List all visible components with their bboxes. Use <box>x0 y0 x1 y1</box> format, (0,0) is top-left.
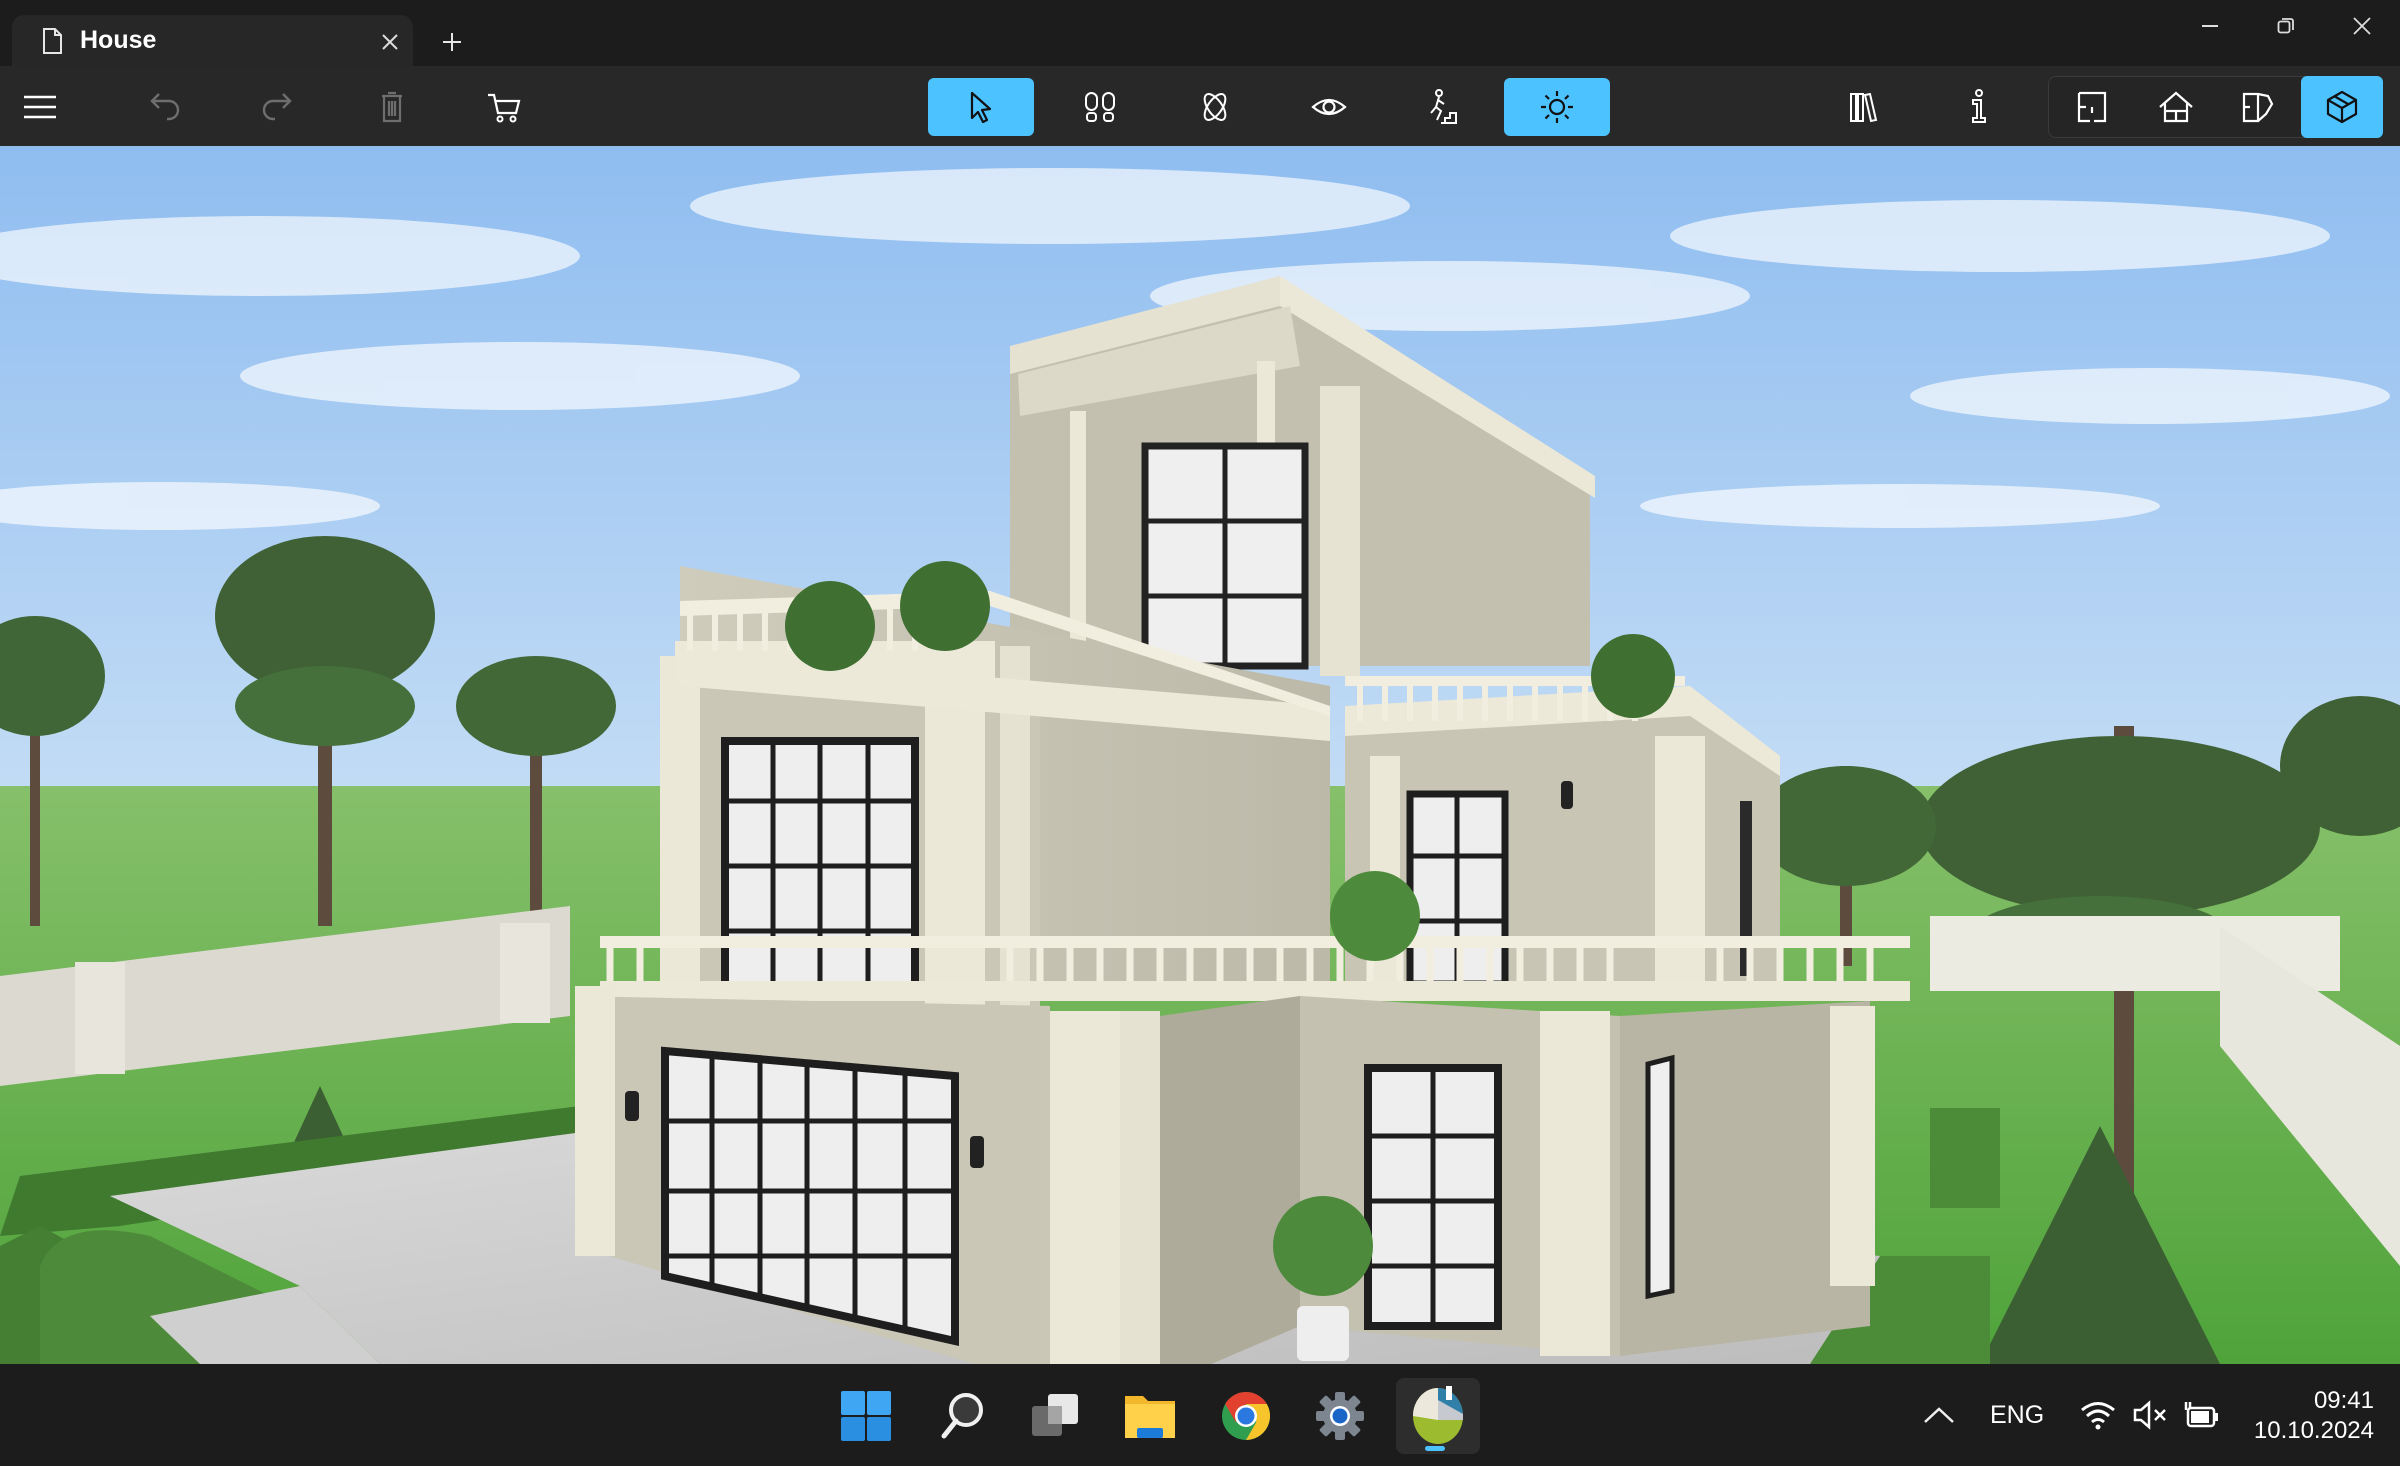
task-view-icon <box>1032 1394 1078 1436</box>
walk-tool-button[interactable] <box>1047 78 1153 136</box>
chevron-up-icon <box>1924 1407 1954 1423</box>
start-button[interactable] <box>828 1378 904 1454</box>
time-label: 09:41 <box>2313 1387 2374 1414</box>
3d-scene[interactable] <box>0 146 2400 1364</box>
books-icon <box>1850 92 1878 123</box>
home-design-app-icon <box>1413 1386 1463 1444</box>
search-icon <box>941 1393 983 1439</box>
view-2d-plan-button[interactable] <box>2053 78 2131 136</box>
minimize-icon <box>2202 25 2218 27</box>
stairs-walker-icon <box>1430 89 1457 124</box>
view-elevation-button[interactable] <box>2137 78 2215 136</box>
climb-tool-button[interactable] <box>1390 78 1496 136</box>
view-split-button[interactable] <box>2219 78 2297 136</box>
shop-button[interactable] <box>452 78 558 136</box>
folder-icon <box>1125 1396 1175 1438</box>
trash-icon <box>382 91 402 123</box>
wall-lamp <box>625 1091 639 1121</box>
pointer-icon <box>970 91 992 124</box>
hamburger-icon <box>24 95 56 119</box>
task-view-button[interactable] <box>1018 1378 1094 1454</box>
wifi-icon <box>2081 1402 2115 1430</box>
select-tool-button[interactable] <box>928 78 1034 136</box>
look-tool-button[interactable] <box>1276 78 1382 136</box>
battery-button[interactable] <box>2182 1364 2220 1466</box>
new-tab-button[interactable] <box>432 22 472 62</box>
3d-viewport[interactable] <box>0 146 2400 1364</box>
show-hidden-icons-button[interactable] <box>1922 1364 1956 1466</box>
eye-icon <box>1311 98 1347 116</box>
floorplan-icon <box>2077 91 2107 123</box>
potted-plant <box>1297 1306 1349 1361</box>
volume-muted-icon <box>2133 1400 2166 1430</box>
windows-icon <box>841 1391 891 1441</box>
wall-lamp <box>970 1136 984 1168</box>
battery-charging-icon <box>2184 1402 2218 1428</box>
delete-button[interactable] <box>339 78 445 136</box>
wall-lamp <box>1561 781 1573 809</box>
library-button[interactable] <box>1812 78 1918 136</box>
main-toolbar <box>0 66 2400 146</box>
language-label: ENG <box>1990 1400 2045 1429</box>
chrome-button[interactable] <box>1208 1378 1284 1454</box>
orbit-tool-button[interactable] <box>1162 78 1268 136</box>
undo-icon <box>150 93 180 121</box>
date-label: 10.10.2024 <box>2253 1417 2374 1444</box>
redo-button[interactable] <box>224 78 330 136</box>
title-bar: House <box>0 0 2400 67</box>
sun-icon <box>1541 91 1573 123</box>
minimize-button[interactable] <box>2172 0 2248 52</box>
gear-icon <box>1316 1392 1364 1440</box>
split-view-icon <box>2242 92 2274 123</box>
redo-icon <box>262 93 292 121</box>
clock[interactable]: 09:41 10.10.2024 <box>2254 1386 2374 1446</box>
taskbar: ENG 09:41 10.10.2024 <box>0 1364 2400 1466</box>
lighting-tool-button[interactable] <box>1504 78 1610 136</box>
document-tab[interactable]: House <box>12 15 413 67</box>
document-icon <box>43 28 62 54</box>
active-app-indicator <box>1425 1446 1445 1451</box>
plus-icon <box>443 33 461 51</box>
network-button[interactable] <box>2080 1364 2116 1466</box>
view-mode-group <box>2048 76 2383 138</box>
view-3d-button[interactable] <box>2301 76 2383 138</box>
file-explorer-button[interactable] <box>1112 1378 1188 1454</box>
close-icon <box>2353 17 2371 35</box>
menu-button[interactable] <box>0 78 80 136</box>
search-button[interactable] <box>924 1378 1000 1454</box>
live-home-3d-button[interactable] <box>1396 1378 1480 1454</box>
info-icon <box>1972 89 1986 123</box>
cube-house-icon <box>2326 90 2358 124</box>
settings-button[interactable] <box>1302 1378 1378 1454</box>
restore-icon <box>2277 18 2294 34</box>
volume-button[interactable] <box>2132 1364 2168 1466</box>
close-icon <box>382 34 398 50</box>
footprints-icon <box>1085 92 1115 122</box>
restore-button[interactable] <box>2248 0 2324 52</box>
info-button[interactable] <box>1926 78 2032 136</box>
close-window-button[interactable] <box>2324 0 2400 52</box>
tab-title: House <box>80 26 157 54</box>
house-section-icon <box>2159 91 2193 123</box>
language-indicator[interactable]: ENG <box>1990 1364 2044 1466</box>
close-tab-button[interactable] <box>368 25 412 59</box>
chrome-icon <box>1222 1392 1271 1440</box>
cart-icon <box>488 93 521 123</box>
orbit-icon <box>1203 93 1227 121</box>
undo-button[interactable] <box>112 78 218 136</box>
